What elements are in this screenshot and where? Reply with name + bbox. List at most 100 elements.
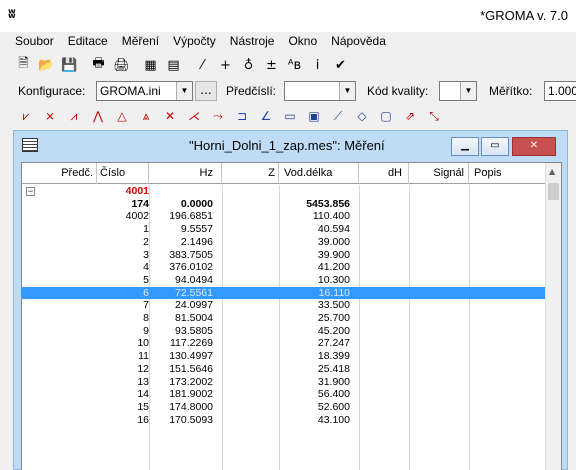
transform-icon[interactable]: ⇗ [398,106,422,126]
predcisli-select[interactable]: ▼ [284,81,356,101]
col-predc-header[interactable]: Předč. [22,163,97,184]
table-row[interactable]: 8 81.5004 25.700 [22,312,546,324]
triangle-pair-icon[interactable]: ⩓ [134,106,158,126]
meritko-input[interactable]: 1.000 [544,81,576,101]
print-preview-icon[interactable]: 🖨 [110,54,133,76]
cell-vod: 16.110 [318,286,350,299]
menu-vypocty[interactable]: Výpočty [166,32,223,52]
plus-minus-icon[interactable]: ± [260,54,283,76]
chevron-down-icon[interactable]: ▼ [339,82,355,100]
chevron-down-icon[interactable]: ▼ [460,82,476,100]
table-row[interactable]: 174 0.0000 5453.856 [22,198,546,210]
table-row[interactable]: −4001 [22,185,546,197]
table-row[interactable]: 2 2.1496 39.000 [22,236,546,248]
offset-icon[interactable]: ⩘ [62,106,86,126]
table-row[interactable]: 3 383.7505 39.900 [22,249,546,261]
minimize-button[interactable]: ▁ [451,137,479,156]
table-row[interactable]: 1 9.5557 40.594 [22,223,546,235]
menu-soubor[interactable]: Soubor [8,32,61,52]
cell-cislo: 174 [131,197,149,210]
open-folder-icon[interactable]: 📂 [35,54,58,76]
cell-hz: 151.5646 [169,362,213,375]
scale-icon[interactable]: ⤡ [422,106,446,126]
cell-hz: 93.5805 [175,324,213,337]
intersection-icon[interactable]: ✕ [158,106,182,126]
polyline-icon[interactable]: ⋌ [182,106,206,126]
table-icon[interactable]: ▦ [139,54,162,76]
cell-predc [22,363,94,375]
triangle-icon[interactable]: △ [110,106,134,126]
box-icon[interactable]: ▢ [374,106,398,126]
cell-z [222,299,276,311]
cross-line-icon[interactable]: ⨯ [38,106,62,126]
menu-editace[interactable]: Editace [61,32,115,52]
chevron-down-icon[interactable]: ▼ [176,82,192,100]
slope-icon[interactable]: ⟋ [326,106,350,126]
check-icon[interactable]: ✔ [329,54,352,76]
instrument-icon[interactable]: ♁ [237,54,260,76]
scroll-up-icon[interactable]: ▲ [549,167,555,176]
col-voddelka-header[interactable]: Vod.délka [279,163,359,184]
cell-z [222,210,276,222]
save-icon[interactable]: 💾 [58,54,81,76]
plus-icon[interactable]: + [214,54,237,76]
vertical-scrollbar[interactable]: ▲ [545,163,561,470]
cell-z [222,249,276,261]
polygon-icon[interactable]: ⋀ [86,106,110,126]
table-row[interactable]: 10 117.2269 27.247 [22,337,546,349]
new-file-icon[interactable]: 🗎 [12,54,35,76]
measurement-window-title: "Horni_Dolni_1_zap.mes": Měření [189,138,385,153]
menu-okno[interactable]: Okno [281,32,324,52]
options-row: Konfigurace: GROMA.ini ▼ ... Předčíslí: … [0,79,576,103]
traverse-icon[interactable]: ⤳ [206,106,230,126]
scroll-thumb[interactable] [548,183,559,200]
col-hz-header[interactable]: Hz [149,163,222,184]
cell-hz: 0.0000 [180,197,213,210]
cell-z [222,388,276,400]
col-dh-header[interactable]: dH [359,163,409,184]
info-icon[interactable]: i [306,54,329,76]
cell-hz: 196.6851 [169,210,213,223]
table-row[interactable]: 15 174.8000 52.600 [22,401,546,413]
polar-icon[interactable]: ⩗ [14,106,38,126]
konfigurace-browse-button[interactable]: ... [195,81,217,101]
table-row[interactable]: 14 181.9002 56.400 [22,388,546,400]
col-popis-header[interactable]: Popis [469,163,546,184]
table-row-selected[interactable]: 6 72.5561 16.110 [22,286,546,299]
close-button[interactable]: ✕ [512,137,556,156]
col-z-header[interactable]: Z [222,163,279,184]
table-row[interactable]: 16 170.5093 43.100 [22,414,546,426]
table-row[interactable]: 13 173.2002 31.900 [22,376,546,388]
print-icon[interactable]: 🖶 [87,54,110,76]
menu-bar: Soubor Editace Měření Výpočty Nástroje O… [0,32,576,52]
groma-app-window: ʬ *GROMA v. 7.0 Soubor Editace Měření Vý… [0,0,576,470]
cell-predc [22,376,94,388]
table-row[interactable]: 5 94.0494 10.300 [22,274,546,286]
cube-icon[interactable]: ◇ [350,106,374,126]
cell-z [222,325,276,337]
kod-kvality-select[interactable]: ▼ [439,81,477,101]
konfigurace-select[interactable]: GROMA.ini ▼ [96,81,193,101]
angle-icon[interactable]: ∠ [254,106,278,126]
measure-icon[interactable]: ⁄ [191,54,214,76]
measurement-grid[interactable]: Předč. Číslo Hz Z Vod.délka dH Signál Po… [21,162,562,470]
table-row[interactable]: 11 130.4997 18.399 [22,350,546,362]
menu-nastroje[interactable]: Nástroje [223,32,282,52]
ab-icon[interactable]: ᴬʙ [283,54,306,76]
maximize-button[interactable]: ▭ [481,137,509,156]
table-row[interactable]: 7 24.0997 33.500 [22,299,546,311]
form-icon[interactable]: ▤ [162,54,185,76]
table-row[interactable]: 4 376.0102 41.200 [22,261,546,273]
col-signal-header[interactable]: Signál [409,163,469,184]
table-row[interactable]: 9 93.5805 45.200 [22,325,546,337]
frame-icon[interactable]: ▣ [302,106,326,126]
table-row[interactable]: 12 151.5646 25.418 [22,363,546,375]
cell-hz: 72.5561 [175,286,213,299]
col-cislo-header[interactable]: Číslo [97,163,149,184]
table-row[interactable]: 4002 196.6851 110.400 [22,210,546,222]
cell-cislo: 11 [138,350,149,363]
menu-napoveda[interactable]: Nápověda [324,32,393,52]
rect-icon[interactable]: ▭ [278,106,302,126]
bracket-icon[interactable]: ⊐ [230,106,254,126]
menu-mereni[interactable]: Měření [115,32,166,52]
